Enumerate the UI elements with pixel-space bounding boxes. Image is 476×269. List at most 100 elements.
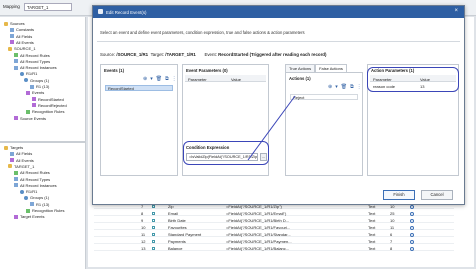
row-name: Birth Date <box>168 218 186 223</box>
rule-icon <box>14 170 18 175</box>
ev-icon <box>10 40 14 45</box>
link-icon <box>152 219 155 222</box>
tree-item[interactable]: Constants <box>10 27 34 32</box>
dropdown-icon[interactable]: ▾ <box>150 76 153 82</box>
tree-item-label: TARGET_1 <box>14 163 35 169</box>
tree-item[interactable]: All Events <box>10 40 34 45</box>
copy-icon[interactable]: ⧉ <box>165 76 169 82</box>
folder-icon <box>8 46 12 51</box>
info-icon[interactable] <box>410 212 414 216</box>
table-row[interactable]: 9 Birth Date =FieldAt("/SOURCE_1/R1/Birth … <box>94 217 454 223</box>
cancel-button[interactable]: Cancel <box>421 190 453 200</box>
row-number: 9 <box>141 218 144 223</box>
mapping-select[interactable]: TARGET_1 <box>24 3 72 11</box>
tree-item[interactable]: R1/R1 <box>20 189 37 194</box>
doc-icon <box>14 177 18 181</box>
tree-item[interactable]: R1 (13) <box>30 84 49 89</box>
tree-item[interactable]: Groups (1) <box>24 195 49 200</box>
tree-item[interactable]: All Record Rules <box>14 53 50 58</box>
row-length: 25 <box>390 211 395 216</box>
row-name: Standard Payment <box>168 232 202 237</box>
tree-item[interactable]: Targets <box>4 145 23 150</box>
tree-item-label: R1 (13) <box>36 201 50 207</box>
tree-item[interactable]: Groups (1) <box>24 78 49 83</box>
row-number: 10 <box>141 225 146 230</box>
row-expression: =FieldAt("/SOURCE_1/R1/Paymen... <box>226 239 292 244</box>
add-icon[interactable]: ⊕ <box>328 84 332 90</box>
finish-button[interactable]: Finish <box>383 190 415 200</box>
tree-item[interactable]: Source Events <box>14 116 46 121</box>
tree-item[interactable]: All Events <box>10 158 34 163</box>
dialog-description: Select an event and define event paramet… <box>100 30 305 35</box>
tree-item[interactable]: Recognition Rules <box>26 208 64 213</box>
add-icon[interactable]: ⊕ <box>143 76 147 82</box>
table-row[interactable]: 8 Email =FieldAt("/SOURCE_1/R1/Email") Text… <box>94 210 454 216</box>
mapping-tree-panel: Sources Constants All Fields All Events SOUR… <box>0 17 86 269</box>
row-expression: =FieldAt("/SOURCE_1/R1/Standar... <box>226 232 291 237</box>
info-icon[interactable] <box>410 240 414 244</box>
tree-item[interactable]: SOURCE_1 <box>8 46 36 51</box>
event-item[interactable]: RecordStarted <box>105 85 173 91</box>
tree-item[interactable]: All Record Instances <box>14 65 57 70</box>
tree-item-label: Source Events <box>20 115 47 121</box>
menu-icon[interactable]: ⋮ <box>172 76 177 82</box>
folder-icon <box>8 164 12 169</box>
tree-item[interactable]: TARGET_1 <box>8 164 34 169</box>
rule-icon <box>26 208 30 213</box>
tree-item-label: All Fields <box>16 151 33 157</box>
dialog-title: Edit Record Event(s) <box>106 10 147 15</box>
tree-item-label: Groups (1) <box>30 195 50 201</box>
tree-item[interactable]: All Fields <box>10 151 32 156</box>
tree-item[interactable]: Recognition Rules <box>26 109 64 114</box>
tree-item-label: All Record Types <box>20 58 51 64</box>
dialog-app-icon <box>98 9 103 14</box>
tree-item[interactable]: All Record Instances <box>14 183 57 188</box>
tree-item[interactable]: All Fields <box>10 34 32 39</box>
tree-divider[interactable] <box>0 141 86 143</box>
tree-item[interactable]: Sources <box>4 21 25 26</box>
row-expression: =FieldAt("/SOURCE_1/R1/Email") <box>226 211 287 216</box>
tree-item[interactable]: All Record Types <box>14 59 50 64</box>
info-icon[interactable] <box>410 233 414 237</box>
link-icon <box>152 212 155 215</box>
events-toolbar: ⊕ ▾ 🗑 ⧉ ⋮ <box>143 76 177 82</box>
info-icon[interactable] <box>410 205 414 209</box>
tree-item-label: SOURCE_1 <box>14 46 36 52</box>
table-row[interactable]: 12 Payments =FieldAt("/SOURCE_1/R1/Paymen.… <box>94 238 454 244</box>
tree-item-label: Constants <box>16 27 35 33</box>
tree-item[interactable]: R1/R1 <box>20 71 37 76</box>
row-expression: =FieldAt("/SOURCE_1/R1/Birth D... <box>226 218 290 223</box>
copy-icon[interactable]: ⧉ <box>350 84 354 90</box>
dropdown-icon[interactable]: ▾ <box>335 84 338 90</box>
actions-toolbar: ⊕ ▾ 🗑 ⧉ ⋮ <box>328 84 362 90</box>
tree-item[interactable]: Target Events <box>14 214 44 219</box>
delete-icon[interactable]: 🗑 <box>156 76 162 82</box>
row-name: Balance <box>168 246 183 251</box>
tree-item[interactable]: RecordRejected <box>32 103 67 108</box>
row-type: Text <box>368 246 376 251</box>
tree-item[interactable]: Events <box>26 90 44 95</box>
row-expression: =FieldAt("/SOURCE_1/R1/Favouri... <box>226 225 291 230</box>
tree-item[interactable]: All Record Rules <box>14 170 50 175</box>
close-icon[interactable]: × <box>454 8 458 14</box>
rule-icon <box>26 109 30 114</box>
info-icon[interactable] <box>410 247 414 251</box>
actions-title: Actions (1) <box>289 76 311 81</box>
link-icon <box>152 226 155 229</box>
ev-icon <box>32 97 36 102</box>
tree-item-label: RecordRejected <box>38 102 67 108</box>
table-row[interactable]: 10 Favourites =FieldAt("/SOURCE_1/R1/Favou… <box>94 224 454 230</box>
table-row[interactable]: 11 Standard Payment =FieldAt("/SOURCE_1/R1… <box>94 231 454 237</box>
ev-icon <box>32 103 36 108</box>
ev-icon <box>26 90 30 95</box>
tree-item[interactable]: All Record Types <box>14 177 50 182</box>
tree-item[interactable]: RecordStarted <box>32 97 64 102</box>
info-icon[interactable] <box>410 219 414 223</box>
delete-icon[interactable]: 🗑 <box>341 84 347 90</box>
table-row[interactable]: 13 Balance =FieldAt("/SOURCE_1/R1/Balanc..… <box>94 245 454 251</box>
tree-item-label: R1/R1 <box>26 71 38 77</box>
tree-item-label: Targets <box>10 145 24 150</box>
tree-item[interactable]: R1 (13) <box>30 202 49 207</box>
info-icon[interactable] <box>410 226 414 230</box>
menu-icon[interactable]: ⋮ <box>357 84 362 90</box>
